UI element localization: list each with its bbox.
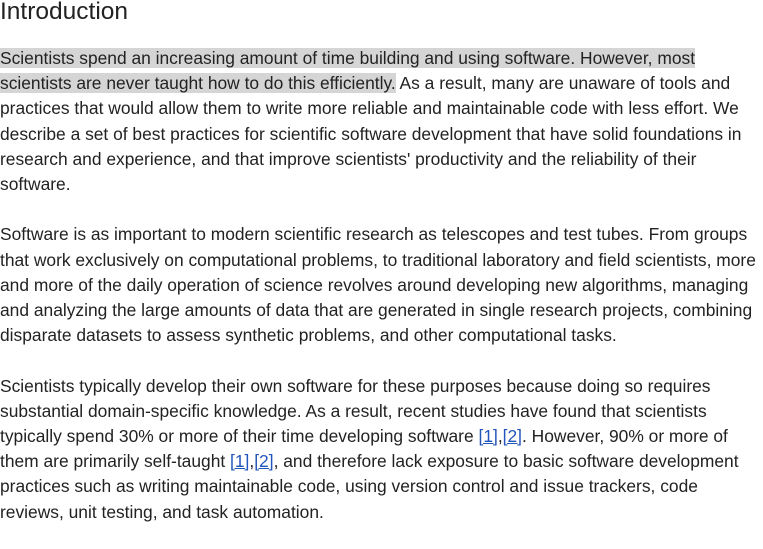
citation-link-2[interactable]: [2] xyxy=(254,451,273,471)
section-heading: Introduction xyxy=(0,0,129,25)
citation-link-1[interactable]: [1] xyxy=(478,426,497,446)
article-body: Introduction Scientists spend an increas… xyxy=(0,0,763,525)
abstract-paragraph: Scientists spend an increasing amount of… xyxy=(0,46,763,197)
intro-paragraph-1: Software is as important to modern scien… xyxy=(0,224,756,346)
citation-link-1[interactable]: [1] xyxy=(230,451,249,471)
intro-paragraph-2: Scientists typically develop their own s… xyxy=(0,374,763,525)
citation-link-2[interactable]: [2] xyxy=(503,426,522,446)
